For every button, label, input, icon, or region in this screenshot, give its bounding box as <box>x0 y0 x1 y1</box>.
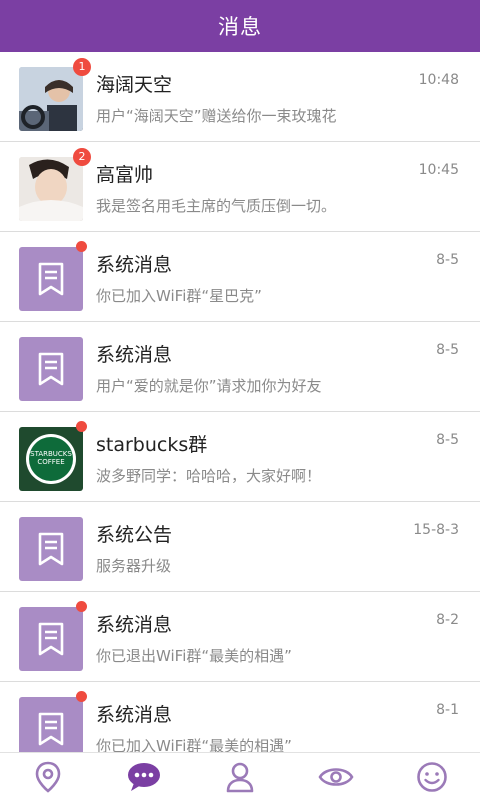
message-item[interactable]: 1 海阔天空 用户“海阔天空”赠送给你一束玫瑰花 10:48 <box>0 52 480 142</box>
bookmark-icon <box>38 712 64 746</box>
avatar <box>19 157 83 221</box>
message-time: 8-5 <box>436 252 459 268</box>
starbucks-logo: STARBUCKS COFFEE <box>26 434 76 484</box>
bottom-tab-bar <box>0 752 480 800</box>
system-avatar <box>19 517 83 581</box>
contact-name: 系统消息 <box>96 614 173 636</box>
system-avatar <box>19 697 83 752</box>
message-item[interactable]: 系统消息 你已加入WiFi群“最美的相遇” 8-1 <box>0 682 480 752</box>
app-header: 消息 <box>0 0 480 52</box>
tab-messages[interactable] <box>114 753 174 800</box>
bookmark-icon <box>38 622 64 656</box>
message-item[interactable]: 系统公告 服务器升级 15-8-3 <box>0 502 480 592</box>
avatar <box>19 67 83 131</box>
contact-name: 系统消息 <box>96 704 173 726</box>
message-time: 8-5 <box>436 342 459 358</box>
tab-profile[interactable] <box>210 753 270 800</box>
message-preview: 我是签名用毛主席的气质压倒一切。 <box>96 197 337 215</box>
tab-discover[interactable] <box>306 753 366 800</box>
system-avatar <box>19 337 83 401</box>
starbucks-logo-avatar: STARBUCKS COFFEE <box>19 427 83 491</box>
message-time: 10:45 <box>418 162 459 178</box>
contact-name: 系统消息 <box>96 254 173 276</box>
message-preview: 你已加入WiFi群“星巴克” <box>96 287 262 305</box>
smiley-icon <box>417 761 447 792</box>
location-pin-icon <box>35 761 61 793</box>
tab-location[interactable] <box>18 753 78 800</box>
message-preview: 你已退出WiFi群“最美的相遇” <box>96 647 292 665</box>
message-time: 10:48 <box>418 72 459 88</box>
message-preview: 你已加入WiFi群“最美的相遇” <box>96 737 292 752</box>
system-avatar <box>19 247 83 311</box>
contact-name: starbucks群 <box>96 434 208 456</box>
message-time: 8-5 <box>436 432 459 448</box>
message-item[interactable]: 系统消息 你已退出WiFi群“最美的相遇” 8-2 <box>0 592 480 682</box>
message-preview: 波多野同学：哈哈哈，大家好啊！ <box>96 467 322 485</box>
message-list[interactable]: 1 海阔天空 用户“海阔天空”赠送给你一束玫瑰花 10:48 2 高富帅 我是签… <box>0 52 480 752</box>
unread-dot <box>76 241 87 252</box>
bookmark-icon <box>38 352 64 386</box>
message-item[interactable]: 2 高富帅 我是签名用毛主席的气质压倒一切。 10:45 <box>0 142 480 232</box>
message-item[interactable]: 系统消息 用户“爱的就是你”请求加你为好友 8-5 <box>0 322 480 412</box>
message-item[interactable]: STARBUCKS COFFEE starbucks群 波多野同学：哈哈哈，大家… <box>0 412 480 502</box>
unread-dot <box>76 691 87 702</box>
contact-name: 系统消息 <box>96 344 173 366</box>
bookmark-icon <box>38 532 64 566</box>
message-item[interactable]: 系统消息 你已加入WiFi群“星巴克” 8-5 <box>0 232 480 322</box>
avatar-photo <box>19 67 83 131</box>
message-time: 8-2 <box>436 612 459 628</box>
message-time: 8-1 <box>436 702 459 718</box>
message-preview: 用户“海阔天空”赠送给你一束玫瑰花 <box>96 107 337 125</box>
contact-name: 高富帅 <box>96 164 154 186</box>
chat-bubble-icon <box>128 762 160 791</box>
unread-count-badge: 2 <box>73 148 91 166</box>
starbucks-logo-text: STARBUCKS COFFEE <box>29 437 73 481</box>
page-title: 消息 <box>218 15 262 39</box>
tab-me[interactable] <box>402 753 462 800</box>
person-icon <box>226 762 254 792</box>
contact-name: 海阔天空 <box>96 74 173 96</box>
contact-name: 系统公告 <box>96 524 173 546</box>
message-preview: 用户“爱的就是你”请求加你为好友 <box>96 377 322 395</box>
unread-count-badge: 1 <box>73 58 91 76</box>
unread-dot <box>76 421 87 432</box>
eye-icon <box>318 767 354 786</box>
system-avatar <box>19 607 83 671</box>
unread-dot <box>76 601 87 612</box>
avatar-photo <box>19 157 83 221</box>
bookmark-icon <box>38 262 64 296</box>
message-preview: 服务器升级 <box>96 557 172 575</box>
message-time: 15-8-3 <box>413 522 459 538</box>
